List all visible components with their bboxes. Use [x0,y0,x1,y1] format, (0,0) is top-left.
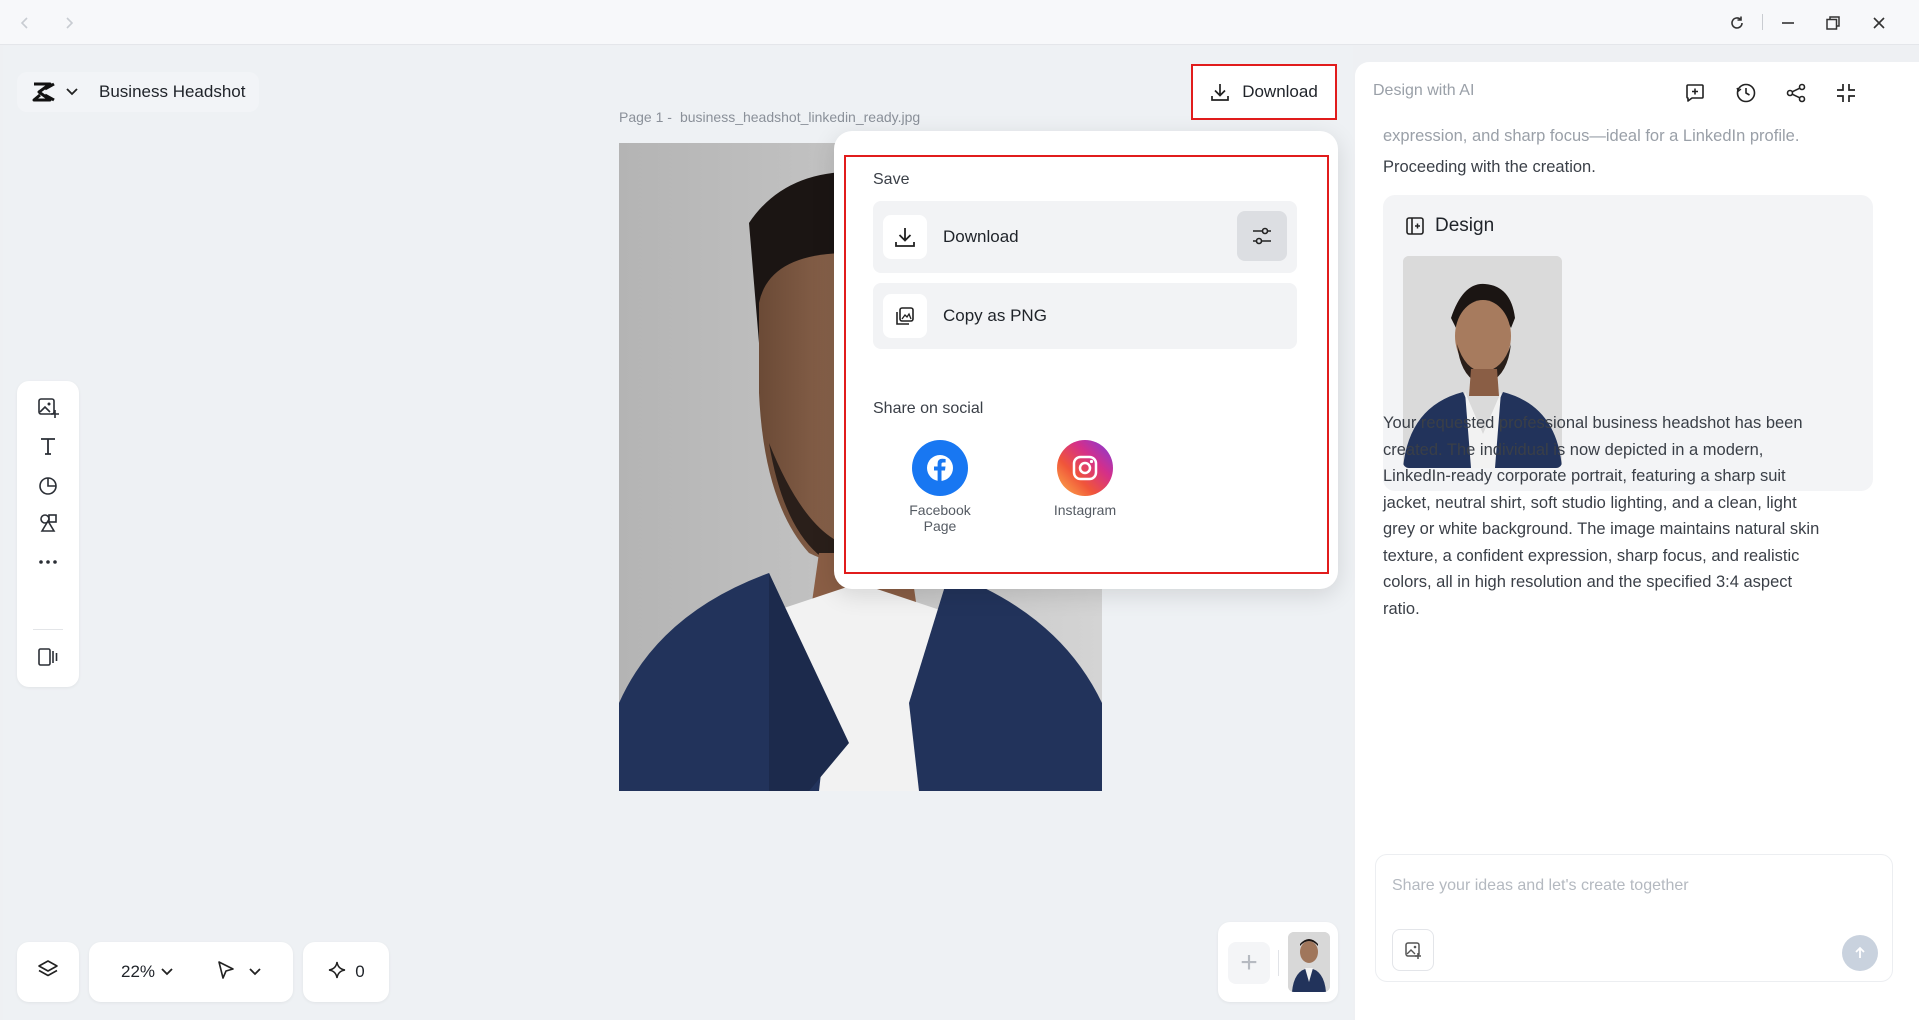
back-icon[interactable] [12,10,38,36]
facebook-label-2: Page [923,518,957,534]
result-line: jacket, neutral shirt, soft studio light… [1383,493,1797,512]
pages-divider [1278,950,1279,976]
settings-sliders-icon[interactable] [1237,211,1287,261]
copy-png-icon [883,294,927,338]
design-heading: Design [1435,215,1495,236]
save-heading: Save [873,171,910,188]
logo-icon[interactable] [27,75,61,109]
cursor-icon [215,959,237,986]
more-icon[interactable] [32,546,64,578]
share-facebook[interactable]: Facebook Page [890,440,990,534]
collapse-icon[interactable] [1831,78,1861,108]
toolbar-divider [33,629,63,630]
minimize-icon[interactable] [1775,10,1801,36]
share-instagram[interactable]: Instagram [1035,440,1135,518]
chevron-down-icon[interactable] [249,963,261,981]
page-prefix: Page 1 - [619,109,672,125]
result-line: Your requested professional business hea… [1383,414,1803,432]
project-title: Business Headshot [99,82,246,101]
attach-image-icon[interactable] [1392,929,1434,971]
close-icon[interactable] [1866,10,1892,36]
credits-count: 0 [355,962,365,981]
instagram-label: Instagram [1053,502,1117,518]
share-icon[interactable] [1781,78,1811,108]
project-menu[interactable]: Business Headshot [17,72,260,112]
zoom-value[interactable]: 22% [121,962,155,982]
credits-button[interactable]: 0 [303,942,389,1002]
copy-png-label: Copy as PNG [943,306,1047,325]
result-message: Your requested professional business hea… [1383,410,1819,622]
result-line: colors, all in high resolution and the s… [1383,573,1793,591]
send-icon[interactable] [1842,935,1878,971]
result-line: created. The individual is now depicted … [1383,440,1764,459]
forward-icon[interactable] [56,10,82,36]
history-icon[interactable] [1731,78,1761,108]
resize-icon[interactable] [32,641,64,673]
design-icon [1405,216,1425,236]
page-thumbnail[interactable] [1288,932,1330,992]
refresh-icon[interactable] [1724,10,1750,36]
image-add-icon[interactable] [32,391,64,423]
faded-message: expression, and sharp focus—ideal for a … [1383,127,1800,145]
layers-button[interactable] [17,942,79,1002]
result-line: texture, a confident expression, sharp f… [1383,546,1800,565]
new-chat-icon[interactable] [1680,78,1710,108]
pages-strip: + [1218,922,1338,1002]
file-name[interactable]: business_headshot_linkedin_ready.jpg [680,109,920,125]
facebook-icon [912,440,968,496]
facebook-label-1: Facebook [909,502,971,518]
download-icon [883,215,927,259]
text-icon[interactable] [32,430,64,462]
download-popover: Save Download Copy as PNG Share on socia… [834,131,1338,589]
title-bar [0,0,1919,45]
result-line: grey or white background. The image main… [1383,520,1820,538]
zoom-controls: 22% [89,942,293,1002]
page-label: Page 1 - business_headshot_linkedin_ready… [619,109,920,125]
chevron-down-icon[interactable] [61,81,83,103]
shape-icon[interactable] [32,469,64,501]
download-button[interactable]: Download [1191,64,1337,120]
title-separator [1762,14,1763,30]
left-toolbar [17,381,79,687]
cursor-tool[interactable] [215,959,261,986]
download-button-label: Download [1242,82,1318,101]
chat-placeholder: Share your ideas and let's create togeth… [1392,877,1689,894]
plus-icon[interactable]: + [1228,942,1270,984]
proceed-message: Proceeding with the creation. [1383,158,1596,176]
chat-input-box[interactable]: Share your ideas and let's create togeth… [1375,854,1893,982]
copy-png-option[interactable]: Copy as PNG [873,283,1297,349]
instagram-icon [1057,440,1113,496]
download-icon [1210,82,1230,102]
ai-panel-title: Design with AI [1373,82,1475,99]
sparkle-icon [327,960,347,985]
ai-panel: Design with AI expression, and sharp foc… [1355,62,1919,1020]
download-option-label: Download [943,227,1019,246]
chevron-down-icon[interactable] [161,963,173,981]
restore-icon[interactable] [1820,10,1846,36]
result-line: ratio. [1383,599,1420,618]
download-option[interactable]: Download [873,201,1297,273]
share-heading: Share on social [873,400,984,417]
design-heading-row: Design [1405,215,1494,237]
elements-icon[interactable] [32,507,64,539]
result-line: LinkedIn-ready corporate portrait, featu… [1383,467,1786,485]
layers-icon [37,959,59,986]
